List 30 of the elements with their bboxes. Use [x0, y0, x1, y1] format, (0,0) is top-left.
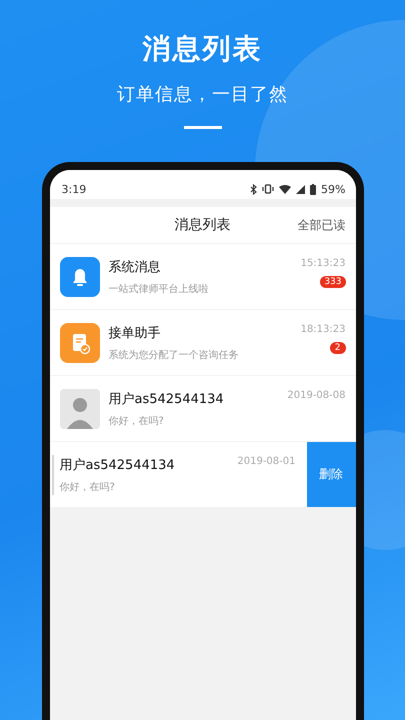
battery-percent: 59% — [321, 182, 346, 196]
message-time: 15:13:23 — [300, 258, 346, 269]
vibrate-icon — [262, 184, 274, 194]
unread-count: 333 — [320, 276, 346, 288]
unread-count: 2 — [330, 342, 346, 354]
avatar-placeholder — [60, 388, 100, 428]
title-underline — [184, 126, 222, 129]
sender-name: 用户as542544134 — [60, 456, 176, 474]
avatar-edge — [52, 454, 54, 494]
wifi-icon — [279, 184, 292, 194]
promo-subtitle: 订单信息，一目了然 — [117, 83, 288, 106]
signal-icon — [296, 184, 306, 194]
message-preview: 你好，在吗? — [108, 414, 165, 428]
sender-name: 用户as542544134 — [108, 390, 225, 408]
message-preview: 系统为您分配了一个咨询任务 — [108, 348, 240, 362]
screen-title: 消息列表 — [174, 216, 230, 234]
message-time: 18:13:23 — [300, 324, 346, 335]
mark-all-read-button[interactable]: 全部已读 — [298, 216, 346, 234]
status-time: 3:19 — [62, 182, 86, 196]
document-check-icon — [60, 322, 100, 362]
message-time: 2019-08-08 — [287, 390, 346, 401]
promo-title: 消息列表 — [142, 31, 262, 67]
bell-icon — [60, 256, 100, 296]
sender-name: 接单助手 — [108, 324, 162, 342]
message-preview: 你好，在吗? — [60, 480, 116, 494]
message-time: 2019-08-01 — [237, 456, 296, 467]
message-preview: 一站式律师平台上线啦 — [108, 282, 210, 296]
bluetooth-icon — [250, 184, 258, 194]
sender-name: 系统消息 — [108, 258, 162, 276]
battery-icon — [310, 184, 316, 194]
